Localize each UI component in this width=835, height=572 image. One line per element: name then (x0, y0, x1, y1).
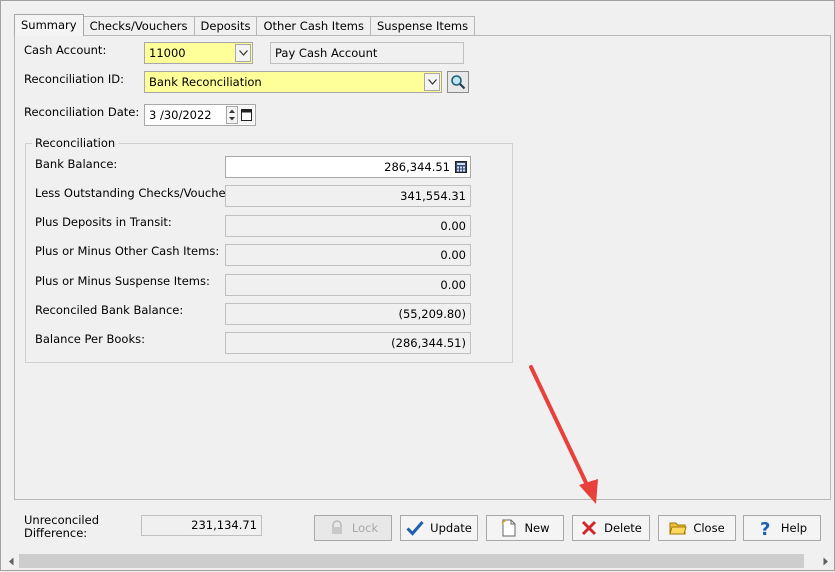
suspense-items-label: Plus or Minus Suspense Items: (35, 274, 210, 288)
summary-panel: Cash Account: 11000 Pay Cash Account Rec… (14, 35, 831, 500)
date-spinner[interactable] (226, 106, 238, 124)
update-button[interactable]: Update (400, 515, 478, 541)
lock-icon (328, 519, 346, 537)
cash-account-description: Pay Cash Account (270, 42, 464, 64)
calendar-icon (241, 109, 252, 121)
lock-button[interactable]: Lock (314, 515, 392, 541)
chevron-down-icon (427, 79, 437, 85)
reconciliation-id-label: Reconciliation ID: (24, 72, 124, 86)
cash-account-field[interactable]: 11000 (144, 42, 253, 64)
reconciliation-date-field[interactable]: 3 /30/2022 (144, 104, 256, 126)
chevron-left-icon (9, 557, 14, 565)
calculator-icon (455, 161, 467, 173)
help-button-label: Help (780, 521, 808, 535)
calculator-button[interactable] (455, 161, 467, 173)
reconciliation-date-label: Reconciliation Date: (24, 105, 140, 119)
tab-other-cash-items[interactable]: Other Cash Items (256, 16, 371, 36)
reconciled-bank-balance-value: (55,209.80) (225, 303, 471, 325)
tab-strip: Summary Checks/Vouchers Deposits Other C… (14, 14, 476, 36)
spin-arrows-icon (229, 109, 235, 121)
close-button[interactable]: Close (658, 515, 736, 541)
reconciliation-group: Reconciliation Bank Balance: 286,344.51 (25, 136, 513, 363)
reconciliation-id-dropdown-button[interactable] (424, 73, 440, 91)
outstanding-checks-label: Less Outstanding Checks/Vouchers: (35, 186, 241, 200)
reconciliation-date-value: 3 /30/2022 (149, 108, 212, 122)
folder-icon (669, 519, 687, 537)
bank-balance-value: 286,344.51 (384, 160, 450, 174)
unreconciled-difference-label: Unreconciled Difference: (24, 514, 99, 540)
svg-text:?: ? (760, 519, 770, 537)
balance-per-books-value: (286,344.51) (225, 332, 471, 354)
check-icon (406, 519, 424, 537)
unreconciled-label-line2: Difference: (24, 526, 88, 540)
cash-account-value: 11000 (149, 46, 186, 60)
chevron-right-icon (823, 557, 828, 565)
deposits-in-transit-value: 0.00 (225, 215, 471, 237)
scroll-left-button[interactable] (5, 555, 17, 567)
scroll-thumb[interactable] (19, 554, 804, 568)
new-button[interactable]: New (486, 515, 564, 541)
tab-suspense-items[interactable]: Suspense Items (369, 16, 476, 36)
tab-summary[interactable]: Summary (14, 14, 84, 36)
delete-x-icon (580, 519, 598, 537)
deposits-in-transit-label: Plus Deposits in Transit: (35, 215, 172, 229)
reconciled-bank-balance-label: Reconciled Bank Balance: (35, 303, 184, 317)
help-button[interactable]: ? Help (743, 515, 821, 541)
tab-checks-vouchers[interactable]: Checks/Vouchers (82, 16, 195, 36)
balance-per-books-label: Balance Per Books: (35, 332, 145, 346)
reconciliation-window: Summary Checks/Vouchers Deposits Other C… (0, 0, 835, 571)
delete-button[interactable]: Delete (572, 515, 650, 541)
lookup-button[interactable] (447, 71, 469, 93)
close-button-label: Close (693, 521, 725, 535)
lock-button-label: Lock (351, 521, 379, 535)
new-document-icon (500, 519, 518, 537)
tab-deposits[interactable]: Deposits (193, 16, 258, 36)
cash-account-label: Cash Account: (24, 43, 107, 57)
suspense-items-value: 0.00 (225, 274, 471, 296)
calendar-button[interactable] (239, 106, 254, 124)
unreconciled-difference-value: 231,134.71 (141, 515, 262, 536)
magnifier-icon (451, 75, 466, 90)
reconciliation-group-title: Reconciliation (32, 136, 119, 150)
help-question-icon: ? (757, 519, 775, 537)
bank-balance-label: Bank Balance: (35, 157, 118, 171)
update-button-label: Update (430, 521, 472, 535)
delete-button-label: Delete (604, 521, 642, 535)
reconciliation-id-value: Bank Reconciliation (149, 75, 262, 89)
other-cash-items-label: Plus or Minus Other Cash Items: (35, 244, 220, 258)
cash-account-dropdown-button[interactable] (235, 44, 251, 62)
reconciliation-id-field[interactable]: Bank Reconciliation (144, 71, 442, 93)
outstanding-checks-value: 341,554.31 (225, 185, 471, 207)
new-button-label: New (524, 521, 550, 535)
chevron-down-icon (238, 50, 248, 56)
horizontal-scrollbar[interactable] (2, 552, 833, 570)
bank-balance-field[interactable]: 286,344.51 (225, 156, 471, 178)
scroll-right-button[interactable] (820, 555, 832, 567)
other-cash-items-value: 0.00 (225, 244, 471, 266)
